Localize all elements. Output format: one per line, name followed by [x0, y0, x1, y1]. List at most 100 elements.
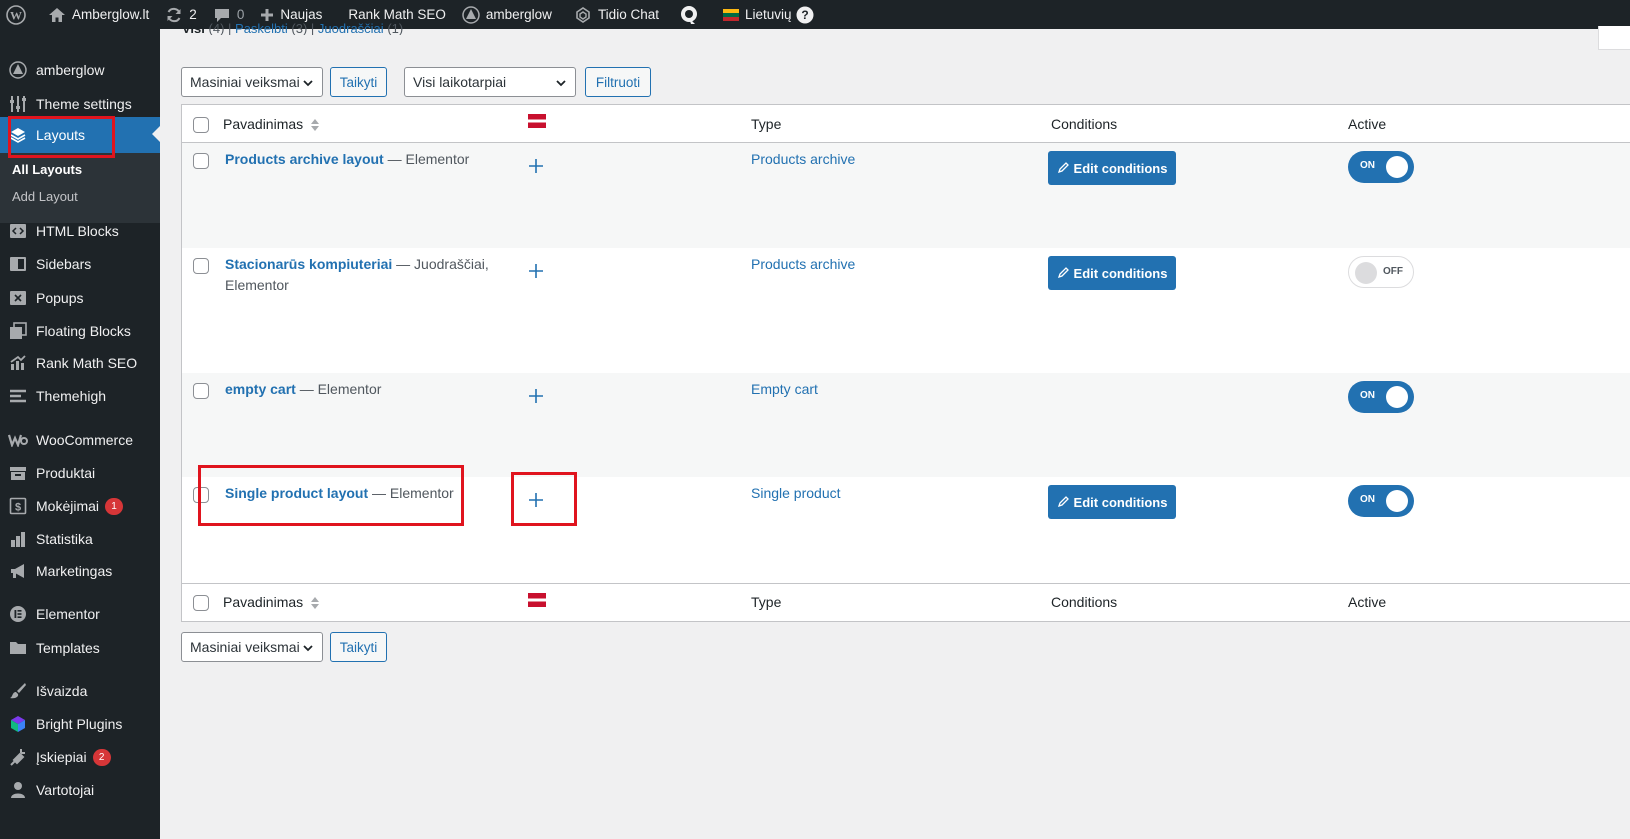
sidebar-item-elementor[interactable]: Elementor	[0, 598, 160, 630]
row-type-link[interactable]: Single product	[751, 483, 841, 504]
theme-label: amberglow	[485, 7, 552, 22]
sidebar-item-label: Theme settings	[36, 96, 132, 112]
apply-button-bottom[interactable]: Taikyti	[330, 632, 387, 662]
filter-button[interactable]: Filtruoti	[585, 67, 651, 97]
column-title-label: Pavadinimas	[223, 594, 304, 610]
notification-badge: 1	[105, 497, 124, 515]
qtranslate-link[interactable]	[667, 0, 713, 29]
sidebar-item-label: Įskiepiai	[36, 749, 87, 765]
sidebar-item-woocommerce[interactable]: WooCommerce	[0, 424, 160, 456]
language-label: Lietuvių	[744, 7, 792, 22]
apply-button-top[interactable]: Taikyti	[330, 67, 387, 97]
paintbrush-icon	[10, 683, 26, 699]
filter-all-count: (4)	[208, 21, 225, 35]
sidebar-item-sidebars[interactable]: Sidebars	[0, 248, 160, 280]
sidebar-item-floating-blocks[interactable]: Floating Blocks	[0, 315, 160, 347]
active-toggle[interactable]: ON	[1348, 381, 1414, 413]
site-name-link[interactable]: Amberglow.lt	[40, 0, 157, 29]
sidebar-item-bright-plugins[interactable]: Bright Plugins	[0, 708, 160, 740]
select-all-checkbox-bottom[interactable]	[193, 595, 209, 611]
row-checkbox[interactable]	[193, 383, 209, 399]
sidebar-item-label: Bright Plugins	[36, 716, 123, 732]
sidebar-item-marketingas[interactable]: Marketingas	[0, 555, 160, 587]
add-translation-plus-icon[interactable]	[528, 158, 544, 174]
sidebar-item-label: Layouts	[36, 127, 86, 143]
sidebar-item-rank-math[interactable]: Rank Math SEO	[0, 347, 160, 379]
row-checkbox[interactable]	[193, 153, 209, 169]
wordpress-logo-icon[interactable]: W	[0, 0, 40, 29]
plus-icon	[261, 8, 274, 21]
payment-icon: $	[9, 497, 27, 515]
column-title-sort-bottom[interactable]: Pavadinimas	[223, 594, 320, 610]
tidio-label: Tidio Chat	[597, 7, 659, 22]
row-title-link[interactable]: Single product layout	[225, 485, 368, 501]
row-title-link[interactable]: empty cart	[225, 381, 296, 397]
sidebar-item-isvaizda[interactable]: Išvaizda	[0, 675, 160, 707]
edit-conditions-label: Edit conditions	[1073, 265, 1168, 281]
filter-all[interactable]: Visi	[182, 21, 205, 35]
updates-icon	[167, 7, 181, 22]
sidebar-item-layouts[interactable]: Layouts	[0, 117, 160, 153]
sidebar-item-themehigh[interactable]: Themehigh	[0, 380, 160, 412]
bulk-actions-value: Masiniai veiksmai	[190, 74, 300, 90]
sidebar-item-label: Išvaizda	[36, 683, 88, 699]
row-title-link[interactable]: Products archive layout	[225, 151, 384, 167]
lithuania-flag-icon	[722, 8, 739, 21]
theme-logo-icon	[462, 5, 480, 24]
sidebar-item-templates[interactable]: Templates	[0, 632, 160, 664]
row-type-link[interactable]: Empty cart	[751, 379, 818, 400]
sidebar-item-amberglow[interactable]: amberglow	[0, 54, 160, 86]
sidebar-item-theme-settings[interactable]: Theme settings	[0, 88, 160, 120]
column-conditions: Conditions	[1051, 116, 1118, 132]
q-logo-icon	[680, 5, 697, 24]
row-checkbox[interactable]	[193, 258, 209, 274]
submenu-add-layout[interactable]: Add Layout	[12, 189, 78, 204]
bulk-actions-select-top[interactable]: Masiniai veiksmai	[181, 67, 323, 97]
active-toggle[interactable]: ON	[1348, 485, 1414, 517]
language-switcher[interactable]: Lietuvių ?	[713, 0, 828, 29]
add-translation-plus-icon[interactable]	[528, 388, 544, 404]
edit-conditions-button[interactable]: Edit conditions	[1048, 256, 1176, 290]
edit-conditions-button[interactable]: Edit conditions	[1048, 485, 1176, 519]
dates-select[interactable]: Visi laikotarpiai	[404, 67, 576, 97]
sidebar-item-iskiepiai[interactable]: Įskiepiai 2	[0, 741, 160, 773]
submenu-all-layouts[interactable]: All Layouts	[12, 162, 82, 177]
row-title-suffix: — Elementor	[295, 381, 382, 397]
layouts-table: Pavadinimas Type Conditions Active Produ…	[181, 104, 1630, 622]
tidio-chat-link[interactable]: Tidio Chat	[560, 0, 667, 29]
theme-link[interactable]: amberglow	[454, 0, 560, 29]
sidebar-item-mokejimai[interactable]: $ Mokėjimai 1	[0, 490, 160, 522]
column-title-label: Pavadinimas	[223, 116, 304, 132]
bar-chart-icon	[11, 532, 25, 547]
sidebar-item-popups[interactable]: Popups	[0, 282, 160, 314]
column-type-bottom: Type	[751, 594, 782, 610]
sidebar-item-statistika[interactable]: Statistika	[0, 523, 160, 555]
sidebar-layout-icon	[10, 257, 26, 271]
column-title-sort[interactable]: Pavadinimas	[223, 116, 320, 132]
table-row: Stacionarūs kompiuteriai — Juodraščiai, …	[182, 248, 1630, 373]
bulk-actions-select-bottom[interactable]: Masiniai veiksmai	[181, 632, 323, 662]
toggle-knob	[1386, 386, 1408, 408]
sidebar-item-produktai[interactable]: Produktai	[0, 457, 160, 489]
edit-conditions-label: Edit conditions	[1073, 160, 1168, 176]
row-title-link[interactable]: Stacionarūs kompiuteriai	[225, 256, 392, 272]
filter-published[interactable]: Paskelbti	[235, 21, 288, 35]
active-toggle[interactable]: ON	[1348, 151, 1414, 183]
select-all-checkbox[interactable]	[193, 117, 209, 133]
comments-count: 0	[236, 7, 245, 22]
column-active: Active	[1348, 116, 1387, 132]
search-box-edge[interactable]	[1598, 26, 1630, 50]
sidebar-item-html-blocks[interactable]: HTML Blocks	[0, 215, 160, 247]
column-conditions-bottom: Conditions	[1051, 594, 1118, 610]
users-icon	[11, 782, 25, 798]
add-translation-plus-icon[interactable]	[528, 492, 544, 508]
active-toggle[interactable]: OFF	[1348, 256, 1414, 288]
row-type-link[interactable]: Products archive	[751, 149, 855, 170]
toggle-label: ON	[1360, 494, 1375, 505]
add-translation-plus-icon[interactable]	[528, 263, 544, 279]
edit-conditions-button[interactable]: Edit conditions	[1048, 151, 1176, 185]
row-checkbox[interactable]	[193, 487, 209, 503]
sidebar-item-vartotojai[interactable]: Vartotojai	[0, 774, 160, 806]
filter-drafts[interactable]: Juodraščiai	[318, 21, 384, 35]
row-type-link[interactable]: Products archive	[751, 254, 855, 275]
